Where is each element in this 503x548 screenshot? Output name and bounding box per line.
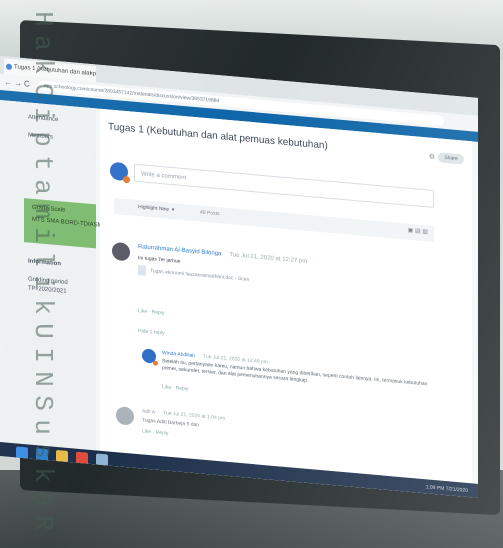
folder-icon[interactable] (56, 449, 68, 463)
grade-scale-value: MTS SMA BORD-TDIASM (32, 216, 103, 229)
discussion-filter-bar: Highlight New ▾ 49 Posts ▣ ▤ ▥ (114, 197, 434, 242)
information-heading: Information (28, 258, 61, 268)
grade-scale-panel: Grade Scale MTS SMA BORD-TDIASM (24, 198, 103, 249)
windows-start-icon[interactable] (16, 446, 28, 460)
hide-replies-link[interactable]: Hide 1 reply (138, 328, 165, 336)
avatar (116, 406, 134, 426)
sidebar-item-members[interactable]: Members (28, 132, 53, 140)
document-icon (138, 264, 146, 276)
sidebar-item-attendance[interactable]: Attendance (28, 114, 58, 123)
page-title: Tugas 1 (Kebutuhan dan alat pemuas kebut… (108, 121, 328, 152)
post-actions[interactable]: Like · Reply (142, 428, 168, 436)
ie-icon[interactable] (36, 448, 48, 462)
schoology-favicon-icon (6, 63, 12, 71)
close-icon[interactable]: × (89, 66, 93, 82)
gear-icon[interactable]: ⚙ (429, 152, 435, 161)
avatar (142, 348, 156, 364)
grade-scale-label[interactable]: Grade Scale (32, 205, 65, 214)
post-text: Tugas Aditi Barbeja 5 dan (142, 417, 200, 429)
avatar (110, 161, 128, 182)
comment-input[interactable]: Write a comment (134, 163, 434, 208)
post-actions[interactable]: Like · Reply (138, 308, 164, 316)
forward-arrow-icon[interactable]: → (14, 78, 22, 88)
share-button[interactable]: Share (438, 152, 464, 165)
attachment-name[interactable]: Tugas ekonomi fauzanramadhani.doc - Scan (150, 268, 249, 283)
system-tray[interactable]: 1:09 PM 7/21/2020 (426, 484, 468, 494)
discussion-main: Tugas 1 (Kebutuhan dan alat pemuas kebut… (100, 108, 472, 498)
view-options-icon[interactable]: ▣ ▤ ▥ (408, 227, 428, 236)
chrome-icon[interactable] (76, 451, 88, 465)
app-icon[interactable] (96, 453, 108, 467)
clock-time: 1:09 PM (425, 484, 445, 492)
post-text: Ini tugas Ter jarhue (138, 255, 181, 265)
reply-actions[interactable]: Like · Reply (162, 384, 188, 392)
title-actions: ⚙ Share (429, 148, 464, 165)
highlight-filter-label: Highlight New (138, 204, 169, 213)
course-sidebar: Attendance Members Grade Scale MTS SMA B… (0, 100, 103, 469)
clock-date: 7/21/2020 (445, 485, 468, 494)
highlight-filter-dropdown[interactable]: Highlight New ▾ (138, 204, 174, 213)
post-author-name[interactable]: Adit A (142, 408, 155, 415)
post-timestamp: Tue Jul 21, 2020 at 12:27 pm (229, 252, 308, 265)
avatar (112, 241, 130, 262)
grading-period-value: TP. 2020/2021 (28, 285, 67, 295)
grading-period-label: Grading period (28, 276, 68, 286)
chevron-down-icon: ▾ (171, 207, 175, 214)
reply-text: Setelah itu, pertanyaan kamu, namun bahw… (162, 358, 428, 388)
back-arrow-icon[interactable]: ← (4, 77, 12, 87)
monitor-screen: Tugas 1 (Kebutuhan dan alat pe × ← → C a… (0, 56, 478, 498)
attachment-link[interactable]: Tugas ekonomi fauzanramadhani.doc - Scan (138, 264, 298, 290)
reload-icon[interactable]: C (24, 79, 30, 89)
posts-count: 49 Posts (200, 209, 220, 218)
